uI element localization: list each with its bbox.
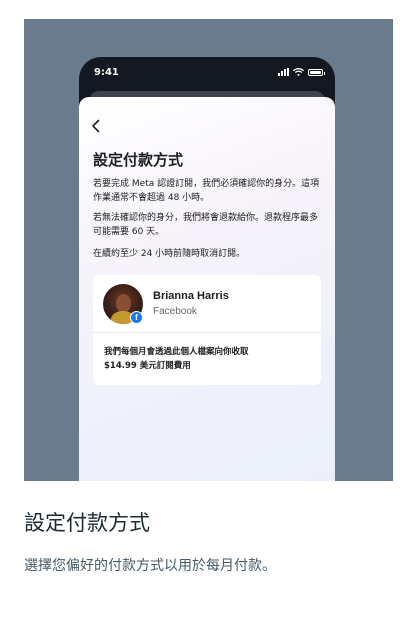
- charge-line-2: $14.99 美元訂閱費用: [104, 361, 191, 371]
- account-row[interactable]: f Brianna Harris Facebook: [93, 275, 321, 333]
- payment-setup-screen: 設定付款方式 若要完成 Meta 認證訂閱，我們必須確認你的身分。這項作業通常不…: [79, 97, 335, 481]
- charge-notice: 我們每個月會透過此個人檔案向你收取 $14.99 美元訂閱費用: [104, 345, 314, 373]
- battery-icon: [308, 68, 325, 76]
- facebook-icon: f: [130, 311, 143, 324]
- caption-description: 選擇您偏好的付款方式以用於每月付款。: [24, 558, 276, 574]
- wifi-icon: [293, 68, 304, 76]
- phone-frame: 9:41 設定付款方式 若要完成 Meta 認證訂閱，我們必須確認你的身分。這項…: [79, 57, 335, 481]
- hero-illustration: 9:41 設定付款方式 若要完成 Meta 認證訂閱，我們必須確認你的身分。這項…: [24, 19, 393, 481]
- refund-text: 若無法確認你的身分，我們將會退款給你。退款程序最多可能需要 60 天。: [93, 213, 319, 237]
- charge-line-1: 我們每個月會透過此個人檔案向你收取: [104, 347, 249, 357]
- screen-title: 設定付款方式: [93, 151, 184, 169]
- account-name: Brianna Harris: [153, 290, 229, 302]
- chevron-left-icon: [92, 119, 100, 133]
- status-time: 9:41: [94, 67, 119, 78]
- verification-text: 若要完成 Meta 認證訂閱，我們必須確認你的身分。這項作業通常不會超過 48 …: [93, 179, 320, 203]
- cancel-text: 在續約至少 24 小時前隨時取消訂閱。: [93, 249, 246, 259]
- caption-title: 設定付款方式: [24, 511, 150, 535]
- status-icons: [278, 68, 325, 76]
- back-button[interactable]: [87, 117, 105, 135]
- account-platform: Facebook: [153, 306, 197, 317]
- signal-icon: [278, 68, 289, 76]
- account-card: f Brianna Harris Facebook 我們每個月會透過此個人檔案向…: [93, 275, 321, 385]
